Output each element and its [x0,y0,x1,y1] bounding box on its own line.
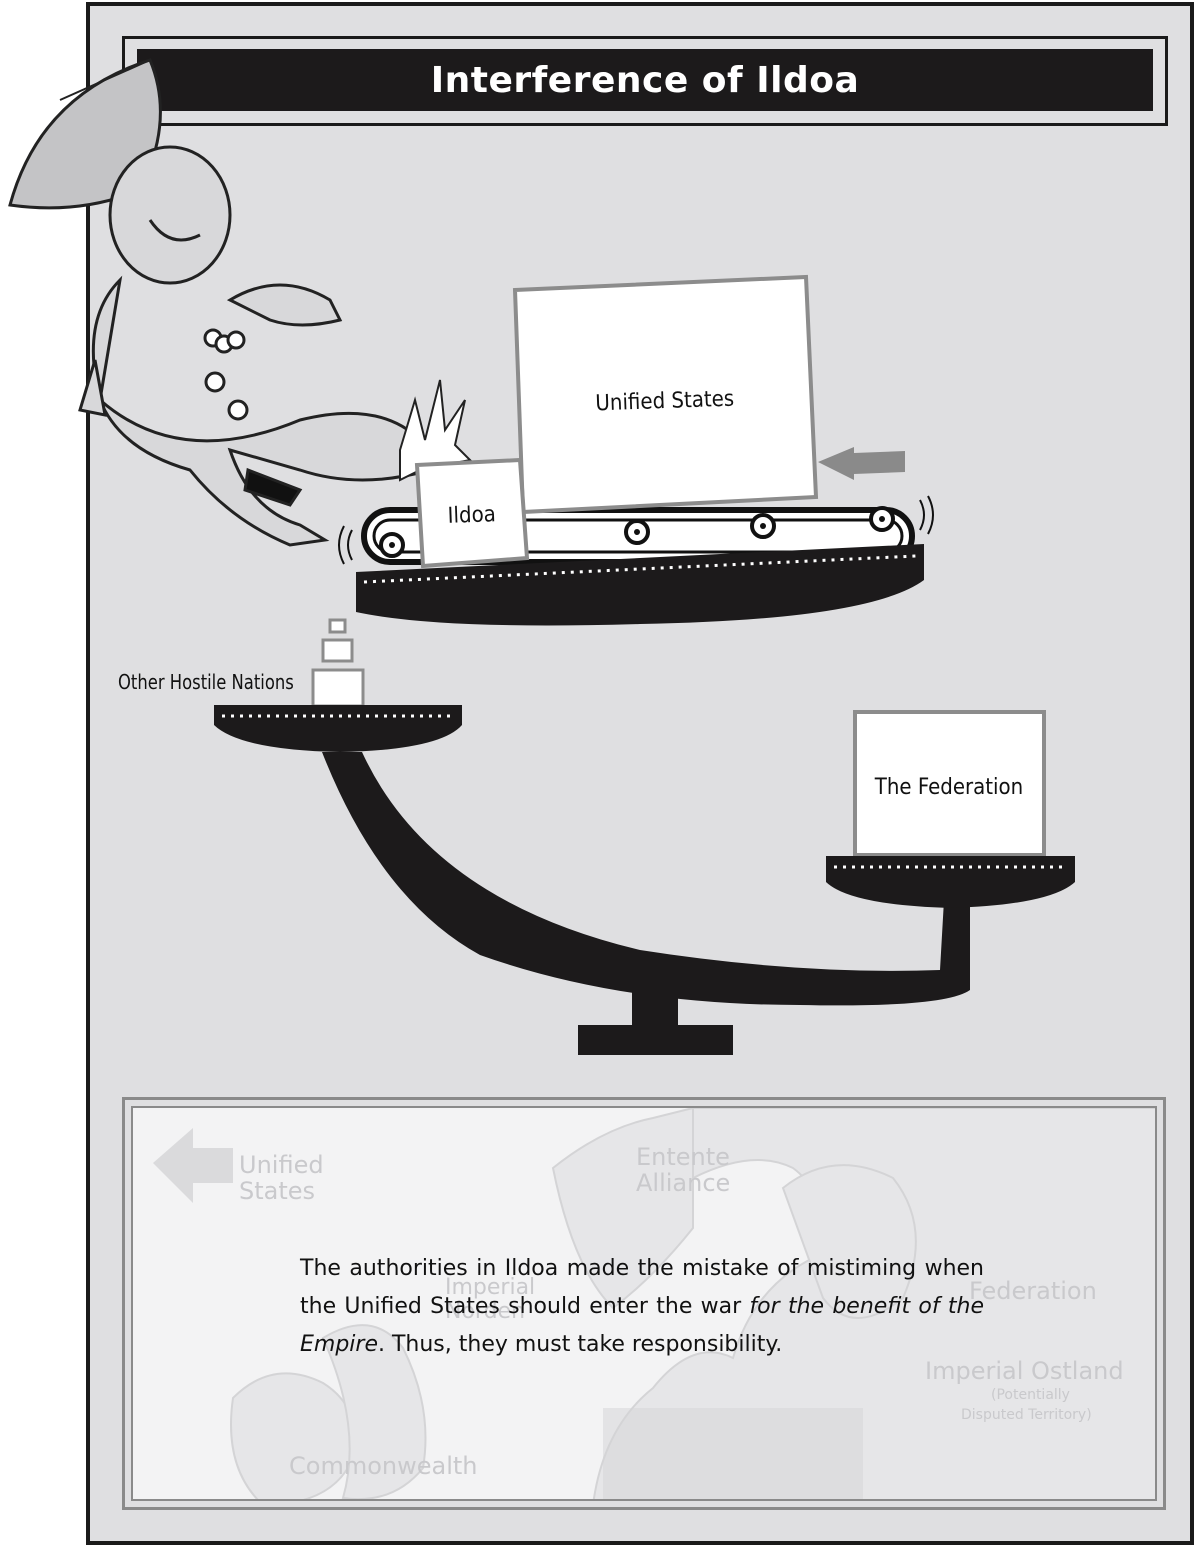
caption-text: The authorities in Ildoa made the mistak… [300,1256,984,1357]
scale-base [578,1025,733,1055]
officer-figure-icon [8,58,432,547]
map-label-disputed: Disputed Territory) [961,1407,1092,1423]
federation-label: The Federation [874,775,1023,800]
push-arrow-icon [818,447,905,480]
unified-states-box: Unified States [512,274,819,515]
hostile-stack-icon [311,618,365,708]
map-label-unified-states: Unified States [239,1151,324,1206]
left-pan [214,705,462,752]
map-label-commonwealth: Commonwealth [289,1452,478,1480]
map-label-potentially: (Potentially [991,1387,1070,1403]
map-label-federation: Federation [969,1277,1097,1305]
federation-box: The Federation [853,710,1046,857]
unified-states-label: Unified States [595,387,735,417]
map-label-entente: Entente Alliance [636,1143,731,1198]
ildoa-box: Ildoa [414,457,530,569]
right-pan [826,856,1075,908]
arrow-left-icon [153,1128,233,1203]
other-hostile-nations-label: Other Hostile Nations [118,670,294,694]
ildoa-label: Ildoa [447,502,496,529]
balance-illustration: Unified States Ildoa The Federation [8,58,1075,1055]
scale-stand [632,980,678,1030]
